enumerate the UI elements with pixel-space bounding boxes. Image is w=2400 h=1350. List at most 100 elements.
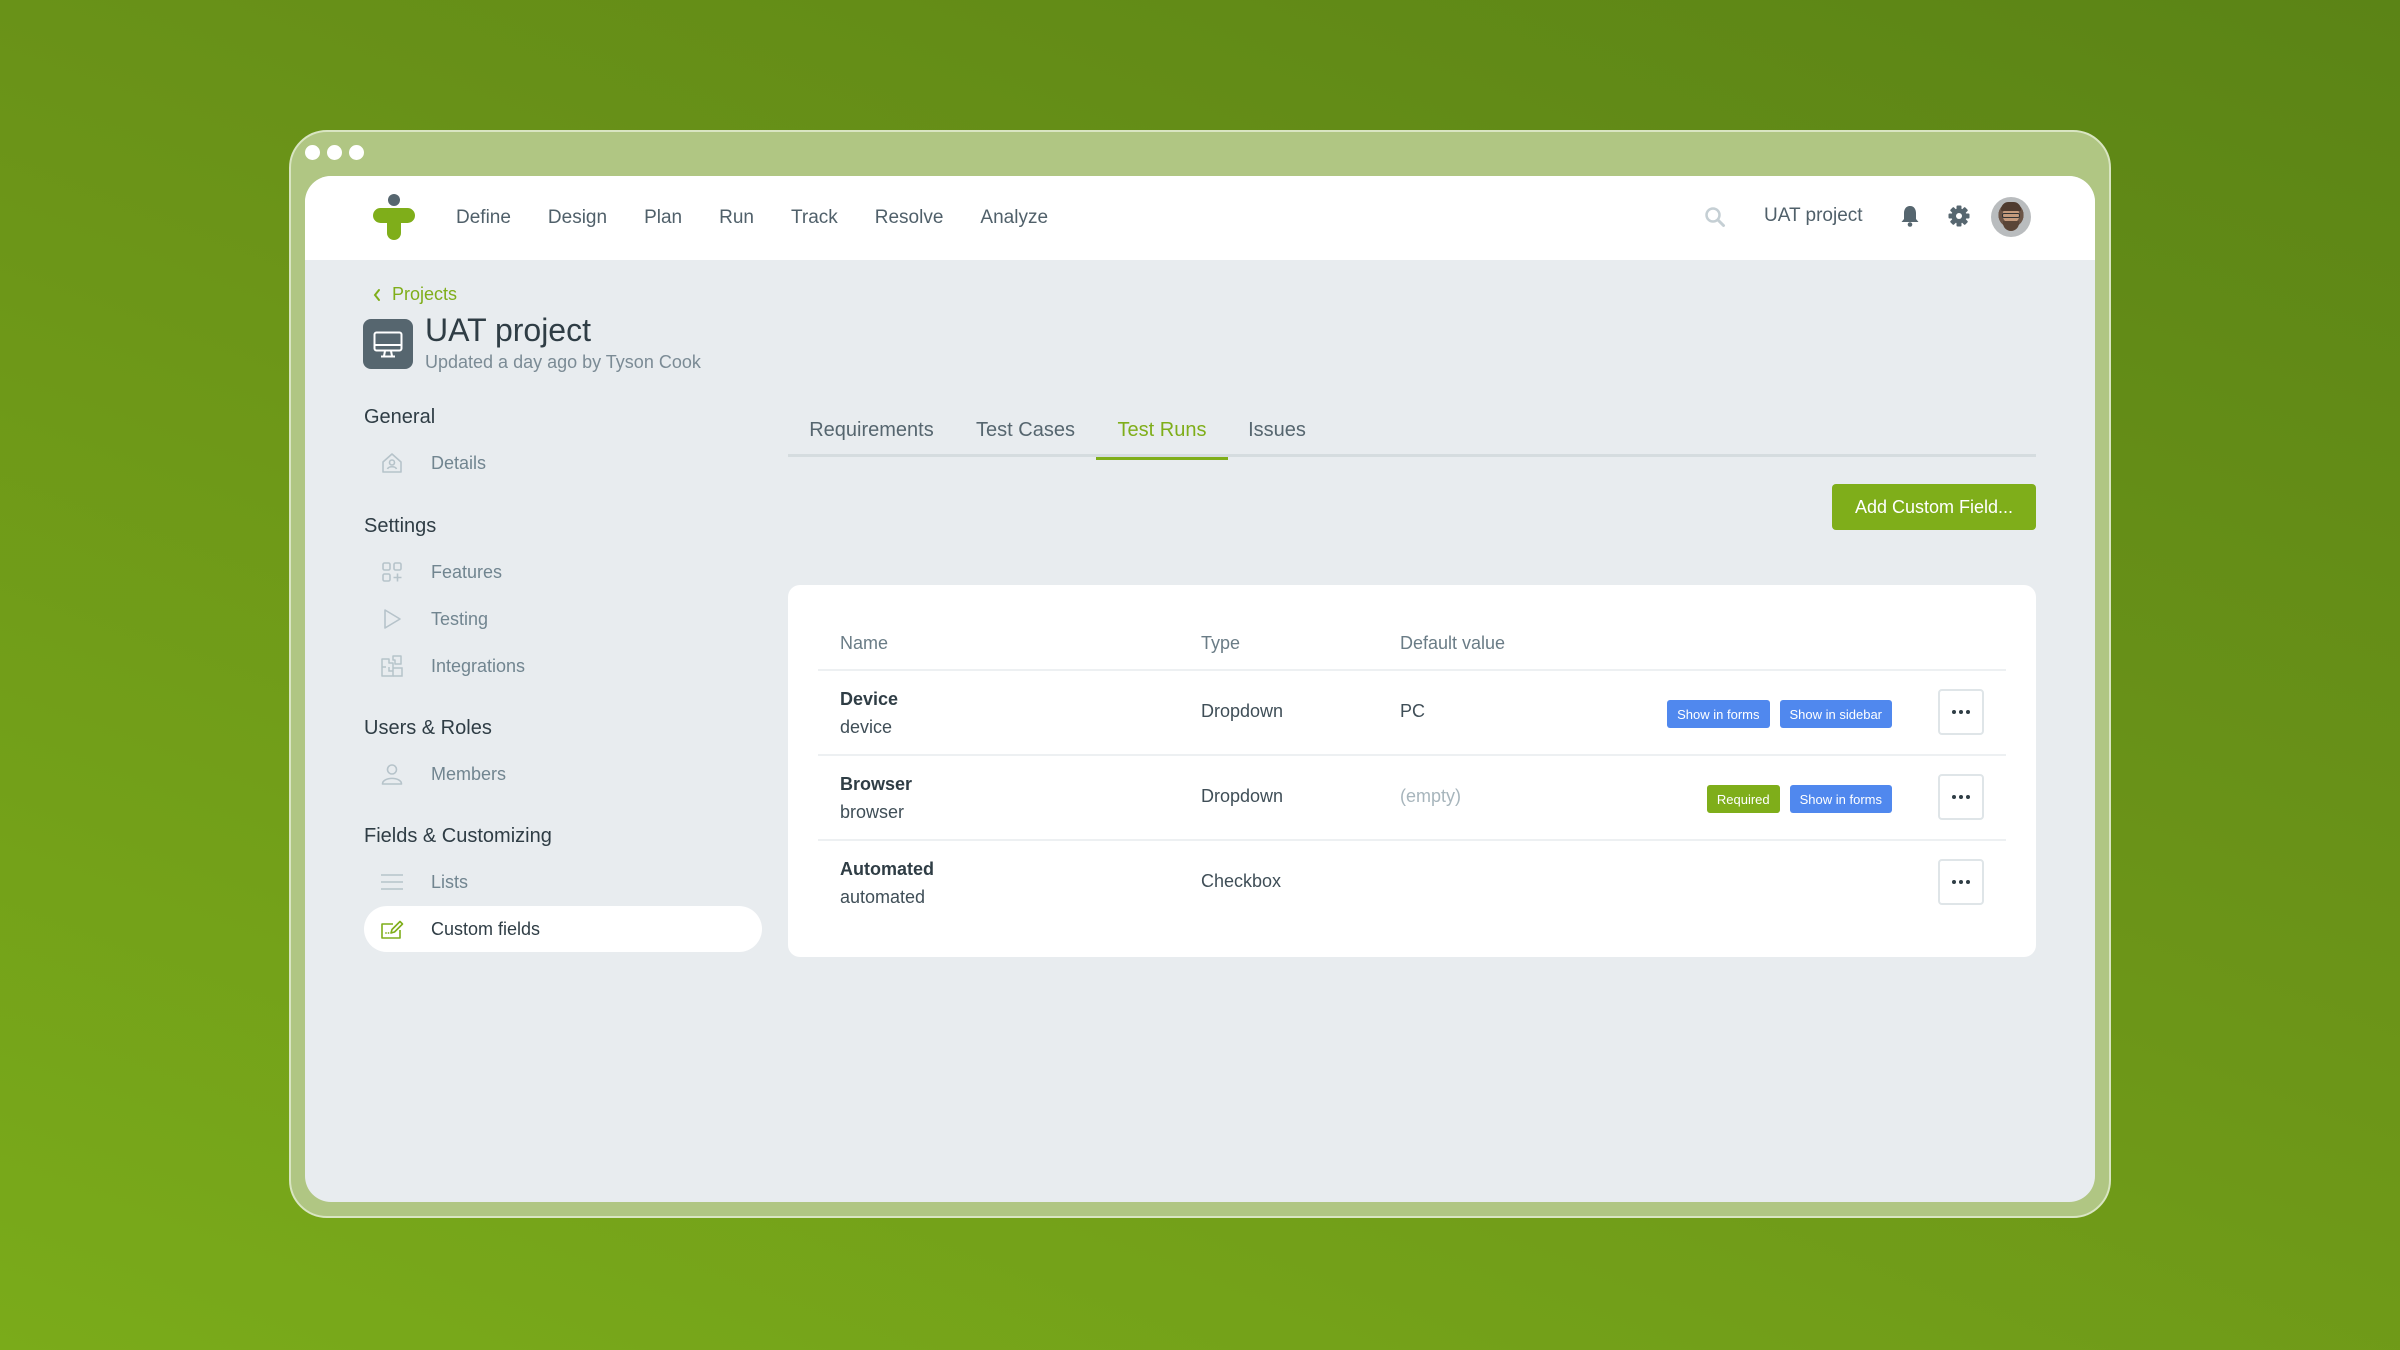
more-dot — [1966, 880, 1970, 884]
page-subtitle: Updated a day ago by Tyson Cook — [425, 352, 701, 372]
table-row[interactable]: Automated automated Checkbox — [818, 839, 2006, 924]
sidebar-item-details[interactable]: Details — [364, 440, 762, 486]
field-key: device — [840, 717, 893, 737]
sidebar-item-label: Details — [431, 452, 487, 473]
breadcrumb-label: Projects — [392, 284, 458, 304]
field-name: Browser — [840, 774, 913, 794]
monitor-icon — [373, 331, 403, 358]
field-badges: Required Show in forms — [1706, 785, 1892, 813]
sidebar-heading-users-roles: Users & Roles — [364, 717, 492, 739]
sidebar-item-label: Features — [431, 561, 503, 582]
more-dots-icon — [1952, 710, 1956, 714]
main-nav: Define Design Plan Run Track Resolve Ana… — [456, 176, 1085, 260]
field-name-cell: Automated automated — [840, 855, 934, 911]
avatar-hair — [2001, 202, 2021, 211]
more-dot — [1966, 710, 1970, 714]
sidebar-item-label: Members — [431, 763, 507, 784]
page-title: UAT project — [425, 312, 591, 348]
nav-define[interactable]: Define — [456, 207, 511, 229]
field-type: Dropdown — [1201, 786, 1284, 806]
avatar-glasses — [2002, 213, 2020, 218]
sidebar-heading-fields-customizing: Fields & Customizing — [364, 825, 552, 847]
add-custom-field-button[interactable]: Add Custom Field... — [1832, 484, 2036, 530]
field-key: browser — [840, 802, 905, 822]
field-scope-tabs: Requirements Test Cases Test Runs Issues — [788, 404, 2036, 460]
field-default-value: PC — [1400, 701, 1426, 721]
field-badges: Show in forms Show in sidebar — [1667, 700, 1892, 728]
more-dot — [1959, 710, 1963, 714]
badge-required: Required — [1706, 785, 1780, 813]
nav-analyze[interactable]: Analyze — [980, 207, 1048, 229]
home-user-icon — [382, 453, 402, 473]
tab-requirements[interactable]: Requirements — [788, 404, 955, 457]
play-icon — [384, 609, 401, 629]
row-more-button[interactable] — [1938, 774, 1984, 820]
field-name: Device — [840, 689, 899, 709]
nav-plan[interactable]: Plan — [644, 207, 682, 229]
window-controls — [305, 145, 364, 160]
sidebar-item-features[interactable]: Features — [364, 549, 762, 595]
more-dot — [1959, 795, 1963, 799]
sidebar-item-lists[interactable]: Lists — [364, 859, 762, 905]
table-row[interactable]: Browser browser Dropdown (empty) Require… — [818, 754, 2006, 839]
sidebar-heading-settings: Settings — [364, 515, 437, 537]
more-dots-icon — [1952, 795, 1956, 799]
tab-issues[interactable]: Issues — [1228, 404, 1326, 457]
sidebar-item-label: Testing — [431, 608, 489, 629]
field-name: Automated — [840, 859, 934, 879]
more-dot — [1966, 795, 1970, 799]
grid-plus-icon — [382, 562, 402, 582]
badge-show-in-forms: Show in forms — [1667, 700, 1770, 728]
current-project-selector[interactable]: UAT project — [1764, 205, 1863, 227]
field-default-value: (empty) — [1400, 786, 1462, 806]
badge-show-in-sidebar: Show in sidebar — [1779, 700, 1892, 728]
sidebar-heading-general: General — [364, 406, 436, 428]
user-icon — [381, 764, 403, 785]
chevron-left-icon — [373, 288, 380, 301]
tab-test-runs[interactable]: Test Runs — [1096, 404, 1228, 460]
column-header-default-value: Default value — [1400, 633, 1506, 653]
table-row[interactable]: Device device Dropdown PC Show in forms … — [818, 669, 2006, 754]
more-dot — [1959, 880, 1963, 884]
sidebar-item-label: Lists — [431, 871, 469, 892]
row-more-button[interactable] — [1938, 859, 1984, 905]
badge-show-in-forms: Show in forms — [1789, 785, 1892, 813]
lines-icon — [381, 874, 403, 890]
sidebar-item-custom-fields[interactable]: Custom fields — [364, 906, 762, 952]
sidebar-item-label: Custom fields — [431, 918, 541, 939]
more-dots-icon — [1952, 880, 1956, 884]
sidebar-item-members[interactable]: Members — [364, 751, 762, 797]
nav-resolve[interactable]: Resolve — [875, 207, 944, 229]
custom-fields-table: Name Type Default value Device device Dr… — [788, 585, 2036, 957]
field-type: Checkbox — [1201, 871, 1282, 891]
window-dot-maximize[interactable] — [349, 145, 364, 160]
project-avatar — [363, 319, 413, 369]
row-more-button[interactable] — [1938, 689, 1984, 735]
app-logo-icon[interactable] — [371, 194, 417, 240]
edit-field-icon — [381, 920, 404, 939]
sidebar-item-integrations[interactable]: Integrations — [364, 643, 762, 689]
user-avatar[interactable] — [1991, 197, 2031, 237]
app-window: Define Design Plan Run Track Resolve Ana… — [305, 176, 2095, 1202]
column-header-name: Name — [840, 633, 889, 653]
avatar-beard — [2003, 221, 2019, 231]
field-type: Dropdown — [1201, 701, 1284, 721]
window-dot-minimize[interactable] — [327, 145, 342, 160]
breadcrumb-projects[interactable]: Projects — [372, 284, 457, 305]
sidebar-item-label: Integrations — [431, 655, 526, 676]
tab-test-cases[interactable]: Test Cases — [955, 404, 1096, 457]
gear-icon[interactable] — [1948, 205, 1970, 227]
nav-design[interactable]: Design — [548, 207, 607, 229]
puzzle-icon — [381, 655, 403, 677]
field-name-cell: Browser browser — [840, 770, 912, 826]
bell-icon[interactable] — [1899, 204, 1921, 228]
field-name-cell: Device device — [840, 685, 898, 741]
search-icon[interactable] — [1704, 206, 1726, 228]
nav-track[interactable]: Track — [791, 207, 838, 229]
column-header-type: Type — [1201, 633, 1241, 653]
nav-run[interactable]: Run — [719, 207, 754, 229]
window-dot-close[interactable] — [305, 145, 320, 160]
top-header: Define Design Plan Run Track Resolve Ana… — [305, 176, 2095, 260]
sidebar-item-testing[interactable]: Testing — [364, 596, 762, 642]
field-key: automated — [840, 887, 926, 907]
